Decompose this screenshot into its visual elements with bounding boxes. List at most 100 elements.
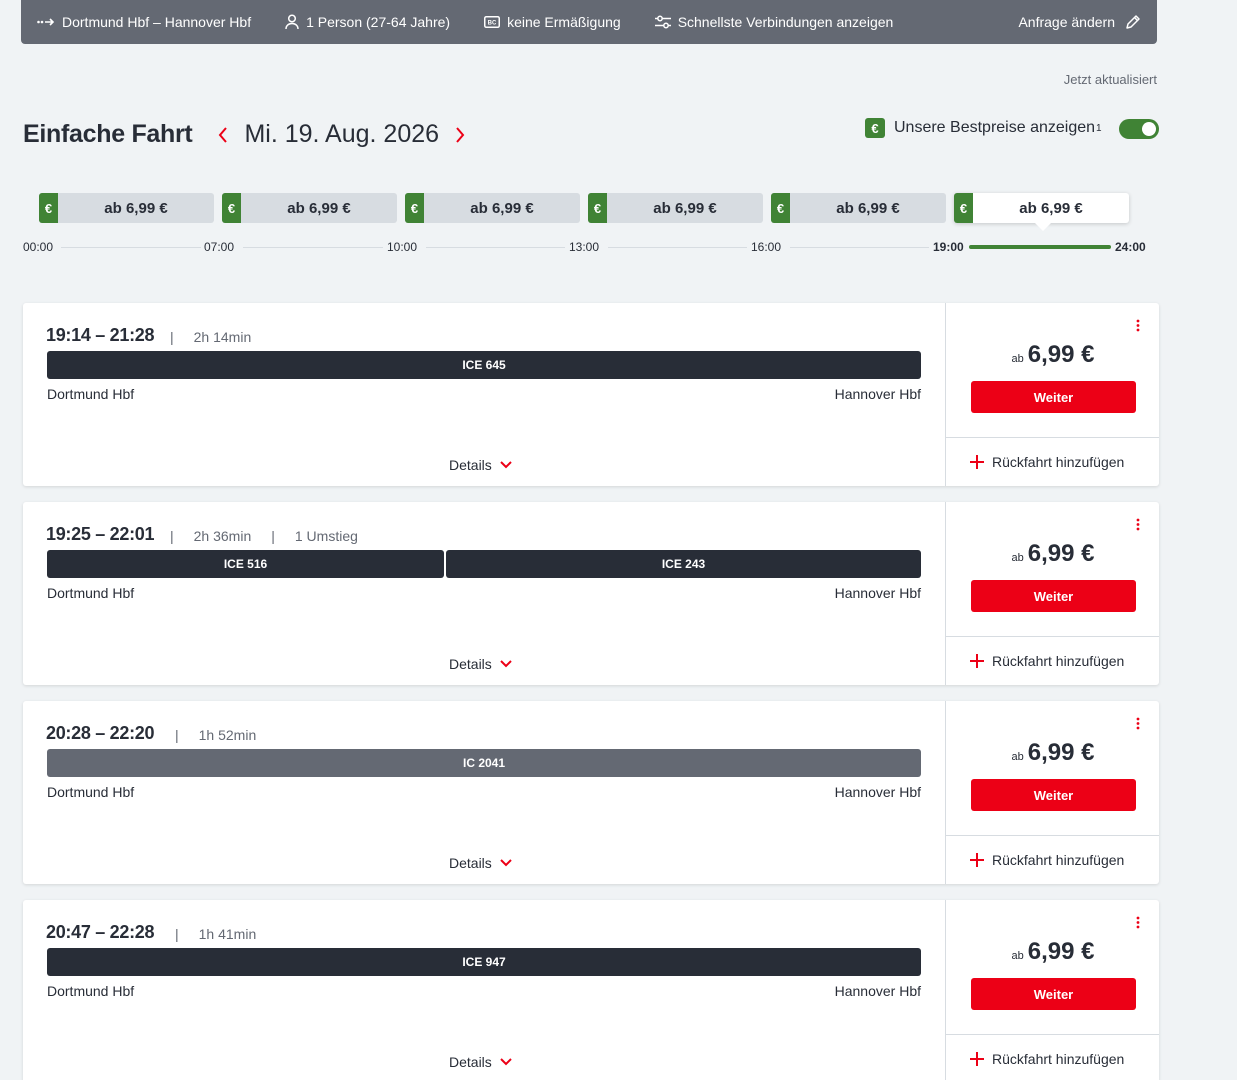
- time-slot[interactable]: € ab 6,99 €: [588, 193, 763, 223]
- connection-meta: | 1h 41min: [175, 926, 257, 942]
- timeline-divider: [61, 247, 201, 248]
- discount-item[interactable]: BC keine Ermäßigung: [484, 14, 621, 30]
- connection-info[interactable]: 19:14 – 21:28 | 2h 14min ICE 645 Dortmund…: [23, 303, 945, 486]
- more-options-icon[interactable]: [1135, 916, 1141, 932]
- price-panel: ab 6,99 € Weiter Rückfahrt hinzufügen: [945, 701, 1159, 884]
- time-slot[interactable]: € ab 6,99 €: [222, 193, 397, 223]
- continue-button[interactable]: Weiter: [971, 779, 1136, 811]
- slot-price: ab 6,99 €: [104, 199, 168, 217]
- discount-label: keine Ermäßigung: [507, 14, 621, 30]
- connection-info[interactable]: 20:28 – 22:20 | 1h 52min IC 2041 Dortmund…: [23, 701, 945, 884]
- price-prefix: ab: [1011, 353, 1024, 365]
- price-display: ab 6,99 €: [946, 540, 1160, 568]
- euro-icon: €: [771, 193, 790, 223]
- slot-price: ab 6,99 €: [653, 199, 717, 217]
- active-range-indicator: [969, 245, 1111, 249]
- origin-station: Dortmund Hbf: [47, 983, 135, 999]
- timeline-divider: [790, 247, 929, 248]
- time-tick: 19:00: [933, 240, 964, 254]
- more-options-icon[interactable]: [1135, 518, 1141, 534]
- edit-request-button[interactable]: Anfrage ändern: [1018, 14, 1141, 30]
- details-label: Details: [449, 1054, 492, 1070]
- more-options-icon[interactable]: [1135, 717, 1141, 733]
- chevron-right-icon: [456, 126, 465, 143]
- continue-button[interactable]: Weiter: [971, 381, 1136, 413]
- departure-arrival-times: 19:25 – 22:01: [46, 524, 155, 544]
- add-return-label: Rückfahrt hinzufügen: [992, 852, 1125, 868]
- chevron-down-icon: [500, 1058, 512, 1066]
- more-options-icon[interactable]: [1135, 319, 1141, 335]
- departure-arrival-times: 19:14 – 21:28: [46, 325, 155, 345]
- price-panel: ab 6,99 € Weiter Rückfahrt hinzufügen: [945, 900, 1159, 1080]
- euro-icon: €: [588, 193, 607, 223]
- price-value: 6,99 €: [1027, 540, 1095, 567]
- add-return-button[interactable]: Rückfahrt hinzufügen: [946, 835, 1159, 884]
- travel-date[interactable]: Mi. 19. Aug. 2026: [244, 120, 439, 149]
- origin-station: Dortmund Hbf: [47, 784, 135, 800]
- bestprice-label: Unsere Bestpreise anzeigen: [894, 119, 1096, 136]
- duration: 1h 41min: [198, 926, 257, 942]
- plus-icon: [970, 455, 984, 469]
- origin-station: Dortmund Hbf: [47, 386, 135, 402]
- time-tick: 13:00: [569, 240, 600, 254]
- time-slot[interactable]: € ab 6,99 €: [771, 193, 946, 223]
- bestprice-toggle[interactable]: [1119, 119, 1159, 139]
- price-value: 6,99 €: [1027, 739, 1095, 766]
- add-return-button[interactable]: Rückfahrt hinzufügen: [946, 1034, 1159, 1080]
- details-toggle[interactable]: Details: [449, 656, 512, 672]
- chevron-down-icon: [500, 461, 512, 469]
- sliders-icon: [654, 15, 671, 29]
- last-updated: Jetzt aktualisiert: [1063, 72, 1157, 87]
- connection-meta: | 2h 14min: [170, 329, 252, 345]
- train-segment: ICE 645: [47, 351, 921, 379]
- arrow-right-icon: [37, 18, 55, 26]
- filter-item[interactable]: Schnellste Verbindungen anzeigen: [654, 14, 894, 30]
- time-slot[interactable]: € ab 6,99 €: [405, 193, 580, 223]
- duration: 2h 36min: [193, 528, 252, 544]
- details-toggle[interactable]: Details: [449, 457, 512, 473]
- edit-request-label: Anfrage ändern: [1018, 14, 1115, 30]
- continue-button[interactable]: Weiter: [971, 978, 1136, 1010]
- plus-icon: [970, 654, 984, 668]
- filter-label: Schnellste Verbindungen anzeigen: [677, 14, 894, 30]
- add-return-button[interactable]: Rückfahrt hinzufügen: [946, 437, 1159, 486]
- details-toggle[interactable]: Details: [449, 855, 512, 871]
- time-slot[interactable]: € ab 6,99 €: [39, 193, 214, 223]
- add-return-button[interactable]: Rückfahrt hinzufügen: [946, 636, 1159, 685]
- slot-price: ab 6,99 €: [836, 199, 900, 217]
- price-panel: ab 6,99 € Weiter Rückfahrt hinzufügen: [945, 502, 1159, 685]
- train-segment: ICE 516: [47, 550, 444, 578]
- passengers-label: 1 Person (27-64 Jahre): [306, 14, 451, 30]
- passengers-item[interactable]: 1 Person (27-64 Jahre): [285, 14, 450, 30]
- duration: 2h 14min: [193, 329, 252, 345]
- slot-price: ab 6,99 €: [287, 199, 351, 217]
- timeline-divider: [243, 247, 383, 248]
- price-value: 6,99 €: [1027, 938, 1095, 965]
- bestprice-toggle-row: € Unsere Bestpreise anzeigen 1: [865, 118, 1159, 139]
- time-axis: 00:00 07:00 10:00 13:00 16:00 19:00 24:0…: [23, 240, 1153, 256]
- details-label: Details: [449, 457, 492, 473]
- route-label: Dortmund Hbf – Hannover Hbf: [62, 14, 252, 30]
- euro-icon: €: [39, 193, 58, 223]
- slot-price: ab 6,99 €: [470, 199, 534, 217]
- time-slot-active[interactable]: € ab 6,99 €: [954, 193, 1129, 231]
- plus-icon: [970, 853, 984, 867]
- add-return-label: Rückfahrt hinzufügen: [992, 454, 1125, 470]
- euro-icon: €: [954, 193, 973, 223]
- price-panel: ab 6,99 € Weiter Rückfahrt hinzufügen: [945, 303, 1159, 486]
- previous-day-button[interactable]: [216, 125, 230, 145]
- destination-station: Hannover Hbf: [834, 386, 921, 402]
- connection-info[interactable]: 20:47 – 22:28 | 1h 41min ICE 947 Dortmund…: [23, 900, 945, 1080]
- chevron-left-icon: [219, 126, 228, 143]
- price-prefix: ab: [1011, 751, 1024, 763]
- euro-icon: €: [222, 193, 241, 223]
- next-day-button[interactable]: [453, 125, 467, 145]
- route-item[interactable]: Dortmund Hbf – Hannover Hbf: [37, 14, 251, 30]
- continue-button[interactable]: Weiter: [971, 580, 1136, 612]
- time-tick: 10:00: [387, 240, 418, 254]
- destination-station: Hannover Hbf: [834, 585, 921, 601]
- details-toggle[interactable]: Details: [449, 1054, 512, 1070]
- departure-arrival-times: 20:28 – 22:20: [46, 723, 155, 743]
- connection-meta: | 2h 36min | 1 Umstieg: [170, 528, 358, 544]
- connection-info[interactable]: 19:25 – 22:01 | 2h 36min | 1 Umstieg ICE 51…: [23, 502, 945, 685]
